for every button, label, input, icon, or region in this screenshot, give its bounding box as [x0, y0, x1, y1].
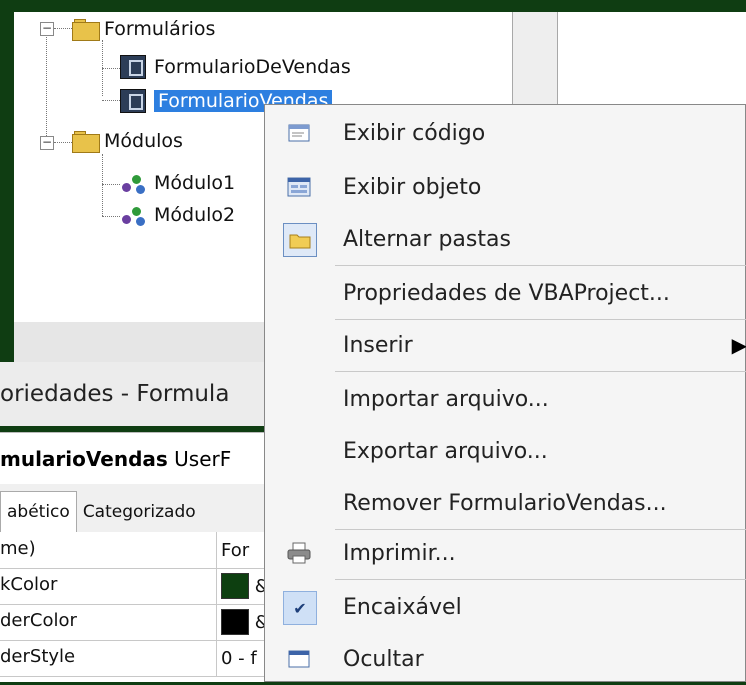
printer-icon: [283, 537, 315, 569]
property-name: me): [0, 538, 36, 559]
tree-folder-formularios[interactable]: Formulários: [72, 14, 215, 44]
menu-item-view-object[interactable]: Exibir objeto: [265, 161, 746, 213]
property-row[interactable]: me) For: [0, 532, 270, 569]
collapse-toggle[interactable]: −: [40, 136, 54, 150]
property-value[interactable]: &: [216, 568, 270, 604]
folder-icon: [72, 19, 100, 41]
module-icon: [120, 171, 148, 195]
property-name: derStyle: [0, 646, 76, 667]
tree-folder-label: Módulos: [104, 130, 183, 152]
tree-folder-modulos[interactable]: Módulos: [72, 126, 183, 156]
menu-item-label: Encaixável: [343, 594, 462, 620]
property-name: kColor: [0, 574, 58, 595]
tree-guide-line: [102, 184, 120, 185]
object-name: mularioVendas: [0, 447, 168, 471]
menu-item-print[interactable]: Imprimir...: [265, 527, 746, 579]
tree-guide-line: [102, 216, 120, 217]
menu-item-remove[interactable]: Remover FormularioVendas...: [265, 477, 746, 529]
menu-separator: [335, 579, 746, 580]
menu-item-label: Inserir: [343, 332, 413, 358]
tab-alphabetic[interactable]: abético: [0, 491, 77, 532]
submenu-arrow-icon: ▶: [731, 333, 746, 357]
tree-item-label: FormularioDeVendas: [154, 56, 351, 78]
toggle-folders-icon: [283, 223, 317, 257]
menu-item-label: Remover FormularioVendas...: [343, 490, 667, 516]
tab-categorized[interactable]: Categorizado: [77, 492, 202, 532]
tree-folder-label: Formulários: [104, 18, 216, 40]
folder-icon: [72, 131, 100, 153]
properties-grid: me) For kColor & derColor & derStyle 0 -…: [0, 532, 270, 682]
menu-item-label: Alternar pastas: [343, 226, 511, 252]
tree-item-modulo2[interactable]: Módulo2: [120, 200, 235, 230]
menu-separator: [335, 371, 746, 372]
property-row[interactable]: kColor &: [0, 568, 270, 605]
hide-window-icon: [283, 643, 315, 675]
properties-window-title: oriedades - Formula: [0, 362, 270, 426]
tree-guide-line: [102, 68, 120, 69]
tree-guide-line: [102, 100, 120, 101]
tree-item-label: Módulo2: [154, 204, 236, 226]
property-row[interactable]: derColor &: [0, 604, 270, 641]
collapse-toggle[interactable]: −: [40, 22, 54, 36]
property-name: derColor: [0, 610, 77, 631]
menu-item-label: Ocultar: [343, 646, 424, 672]
menu-item-toggle-folders[interactable]: Alternar pastas: [265, 213, 746, 265]
view-code-icon: [283, 117, 315, 149]
tree-guide-line: [54, 142, 72, 143]
menu-item-label: Exibir objeto: [343, 174, 482, 200]
tree-item-formulario-de-vendas[interactable]: FormularioDeVendas: [120, 52, 351, 82]
menu-item-view-code[interactable]: Exibir código: [265, 107, 746, 159]
property-value[interactable]: 0 - f: [216, 640, 270, 676]
tree-item-label: Módulo1: [154, 172, 236, 194]
property-row[interactable]: derStyle 0 - f: [0, 640, 270, 677]
property-value[interactable]: For: [216, 532, 270, 568]
menu-item-project-properties[interactable]: Propriedades de VBAProject...: [265, 267, 746, 319]
property-value[interactable]: &: [216, 604, 270, 640]
menu-item-label: Imprimir...: [343, 540, 456, 566]
menu-item-export-file[interactable]: Exportar arquivo...: [265, 425, 746, 477]
menu-item-label: Exportar arquivo...: [343, 438, 548, 464]
menu-item-hide[interactable]: Ocultar: [265, 633, 746, 685]
color-swatch: [221, 573, 249, 599]
object-type: UserF: [174, 447, 232, 471]
tree-guide-line: [54, 28, 72, 29]
menu-item-import-file[interactable]: Importar arquivo...: [265, 373, 746, 425]
properties-tabs: abético Categorizado: [0, 484, 270, 532]
view-object-icon: [283, 171, 315, 203]
properties-title-text: oriedades - Formula: [0, 381, 230, 407]
menu-item-dockable[interactable]: ✔ Encaixável: [265, 581, 746, 633]
menu-item-insert[interactable]: Inserir ▶: [265, 319, 746, 371]
menu-separator: [335, 265, 746, 266]
module-icon: [120, 203, 148, 227]
menu-item-label: Propriedades de VBAProject...: [343, 280, 670, 306]
userform-icon: [120, 89, 146, 113]
userform-icon: [120, 55, 146, 79]
menu-item-label: Exibir código: [343, 120, 486, 146]
menu-item-label: Importar arquivo...: [343, 386, 549, 412]
properties-object-selector[interactable]: mularioVendas UserF: [0, 432, 270, 486]
tree-guide-line: [46, 34, 47, 144]
checkmark-icon: ✔: [283, 591, 317, 625]
tree-item-modulo1[interactable]: Módulo1: [120, 168, 235, 198]
tree-guide-line: [102, 154, 103, 216]
context-menu: Exibir código Exibir objeto Alternar pas…: [264, 104, 746, 682]
color-swatch: [221, 609, 249, 635]
